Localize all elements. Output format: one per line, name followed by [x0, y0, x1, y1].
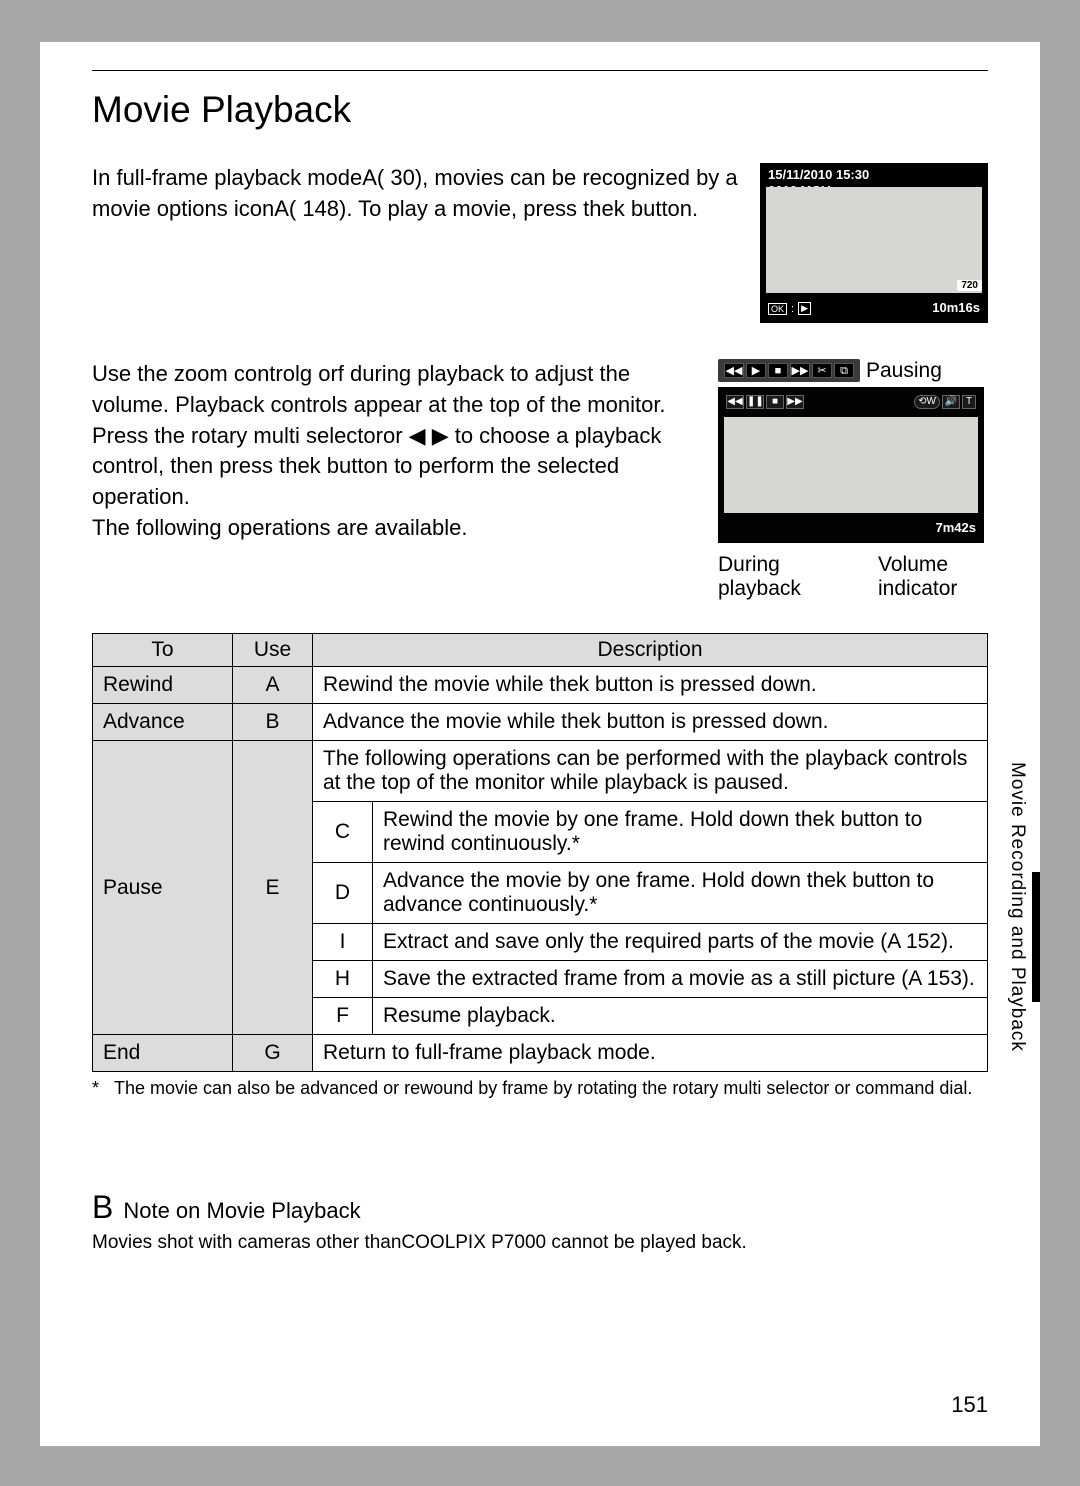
note-heading-text: Note on Movie Playback	[123, 1198, 360, 1223]
row-pause-lead: The following operations can be performe…	[313, 741, 988, 802]
vol-w-icon: ⟲W	[914, 395, 940, 409]
pausing-label: Pausing	[866, 359, 942, 383]
page-title: Movie Playback	[92, 70, 988, 163]
play-icon: ▶	[746, 363, 766, 378]
th-desc: Description	[313, 634, 988, 667]
save-icon: ⧉	[834, 363, 854, 378]
row-end-desc: Return to full-frame playback mode.	[313, 1035, 988, 1072]
speaker-icon: 🔊	[942, 395, 960, 409]
th-to: To	[93, 634, 233, 667]
screen1-badge-720: 720	[957, 280, 982, 291]
side-tab: Movie Recording and Playback	[1006, 762, 1028, 1052]
operations-table: To Use Description Rewind A Rewind the m…	[92, 633, 988, 1072]
second-paragraph: Use the zoom controlg orf during playbac…	[92, 359, 702, 601]
row-rewind-desc: Rewind the movie while thek button is pr…	[313, 667, 988, 704]
cut-icon: ✂	[812, 363, 832, 378]
page-number: 151	[951, 1392, 988, 1418]
row-pause-use: E	[233, 741, 313, 1035]
stop-icon: ■	[768, 363, 788, 378]
stop2-icon: ■	[766, 395, 784, 409]
row-pause-c-use: C	[313, 802, 373, 863]
footnote-text: The movie can also be advanced or rewoun…	[114, 1078, 972, 1099]
caption-during-playback: During playback	[718, 553, 828, 601]
screen2-time: 7m42s	[936, 520, 976, 535]
row-pause-h-desc: Save the extracted frame from a movie as…	[373, 961, 988, 998]
note-icon: B	[92, 1189, 113, 1225]
screen1-date: 15/11/2010 15:30	[768, 167, 869, 182]
note-body: Movies shot with cameras other thanCOOLP…	[92, 1232, 988, 1254]
row-pause-h-use: H	[313, 961, 373, 998]
playback-controls-strip: ◀◀ ▶ ■ ▶▶ ✂ ⧉	[718, 359, 860, 382]
caption-volume-indicator: Volume indicator	[878, 553, 988, 601]
th-use: Use	[233, 634, 313, 667]
vol-t-icon: T	[962, 395, 976, 409]
rewind-icon: ◀◀	[724, 363, 744, 378]
row-pause-d-desc: Advance the movie by one frame. Hold dow…	[373, 863, 988, 924]
row-pause-c-desc: Rewind the movie by one frame. Hold down…	[373, 802, 988, 863]
row-pause-i-use: I	[313, 924, 373, 961]
rewind2-icon: ◀◀	[726, 395, 744, 409]
row-pause-f-desc: Resume playback.	[373, 998, 988, 1035]
row-rewind-to: Rewind	[93, 667, 233, 704]
row-advance-to: Advance	[93, 704, 233, 741]
footnote: * The movie can also be advanced or rewo…	[92, 1078, 988, 1099]
screen1-ok-play: OK : ▶	[768, 302, 811, 315]
preview-screen-2: ◀◀ ❚❚ ■ ▶▶ ⟲W 🔊 T 7m42s	[718, 387, 984, 543]
row-end-use: G	[233, 1035, 313, 1072]
row-rewind-use: A	[233, 667, 313, 704]
fwd-icon: ▶▶	[790, 363, 810, 378]
play-icon: ▶	[798, 302, 811, 315]
row-advance-desc: Advance the movie while thek button is p…	[313, 704, 988, 741]
screen1-time: 10m16s	[932, 300, 980, 315]
row-end-to: End	[93, 1035, 233, 1072]
row-advance-use: B	[233, 704, 313, 741]
row-pause-to: Pause	[93, 741, 233, 1035]
note-heading: B Note on Movie Playback	[92, 1189, 988, 1226]
row-pause-i-desc: Extract and save only the required parts…	[373, 924, 988, 961]
preview-screen-1: 15/11/2010 15:30 0010.MOV 720 OK : ▶ 10m…	[760, 163, 988, 323]
ok-icon: OK	[768, 303, 787, 315]
row-pause-d-use: D	[313, 863, 373, 924]
side-tab-marker	[1032, 872, 1040, 1002]
row-pause-f-use: F	[313, 998, 373, 1035]
fwd2-icon: ▶▶	[786, 395, 804, 409]
intro-paragraph: In full-frame playback modeA( 30), movie…	[92, 163, 744, 323]
pause2-icon: ❚❚	[746, 395, 764, 409]
